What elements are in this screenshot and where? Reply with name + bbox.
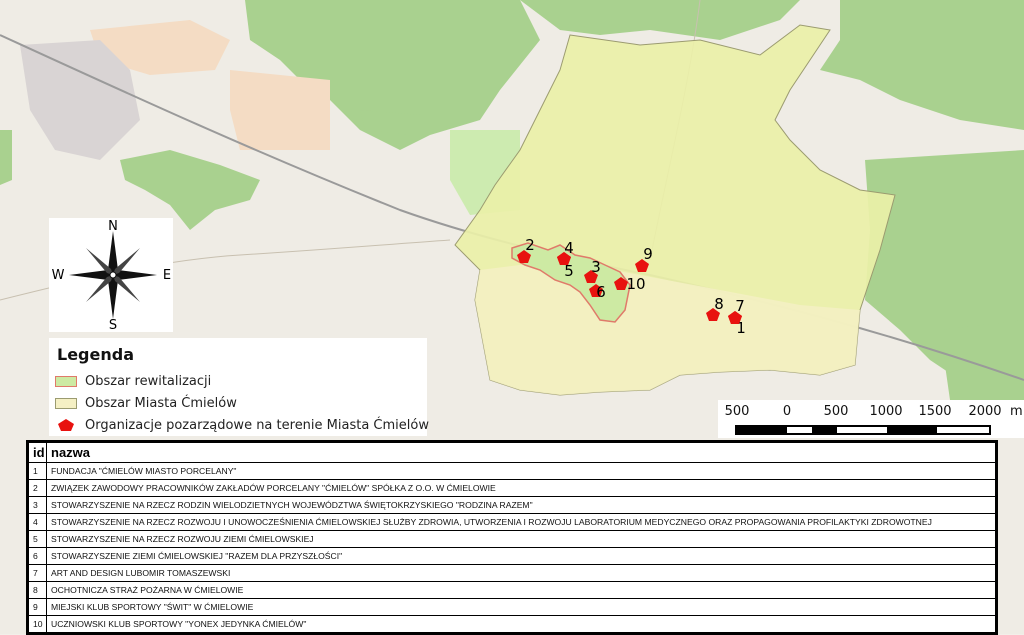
- cell-name: UCZNIOWSKI KLUB SPORTOWY "YONEX JEDYNKA …: [46, 615, 996, 633]
- marker-label: 8: [714, 295, 724, 313]
- cell-id: 8: [28, 581, 47, 599]
- table-row: 5 STOWARZYSZENIE NA RZECZ ROZWOJU ZIEMI Ć…: [28, 530, 996, 548]
- legend-item-city: Obszar Miasta Ćmielów: [55, 394, 237, 412]
- table-row: 7 ART AND DESIGN LUBOMIR TOMASZEWSKI: [28, 564, 996, 582]
- marker-label: 7: [735, 297, 745, 315]
- cell-id: 3: [28, 496, 47, 514]
- legend-title: Legenda: [57, 345, 134, 364]
- cell-name: STOWARZYSZENIE NA RZECZ ROZWOJU ZIEMI ĆM…: [46, 530, 996, 548]
- header-name: nazwa: [46, 442, 996, 463]
- organizations-table: id nazwa 1 FUNDACJA "ĆMIELÓW MIASTO PORCE…: [26, 440, 998, 635]
- marker-label: 6: [596, 283, 606, 301]
- marker-label: 3: [591, 258, 601, 276]
- table-row: 9 MIEJSKI KLUB SPORTOWY "ŚWIT" W ĆMIELOWI…: [28, 598, 996, 616]
- red-pentagon-icon: [58, 419, 74, 431]
- scale-label: 500: [823, 404, 849, 419]
- cell-id: 7: [28, 564, 47, 582]
- scale-segment: [887, 427, 937, 433]
- scale-label: 0: [782, 404, 792, 419]
- legend-item-label: Obszar rewitalizacji: [85, 373, 212, 389]
- scale-label: 1500: [918, 404, 952, 419]
- marker-label: 9: [643, 245, 653, 263]
- legend-panel: Legenda Obszar rewitalizacji Obszar Mias…: [49, 338, 429, 436]
- compass-n-label: N: [108, 219, 118, 234]
- cell-name: OCHOTNICZA STRAŻ POŻARNA W ĆMIELOWIE: [46, 581, 996, 599]
- legend-item-label: Obszar Miasta Ćmielów: [85, 395, 237, 411]
- legend-item-organizations: Organizacje pozarządowe na terenie Miast…: [55, 416, 429, 434]
- cell-name: MIEJSKI KLUB SPORTOWY "ŚWIT" W ĆMIELOWIE: [46, 598, 996, 616]
- scale-label: 1000: [869, 404, 903, 419]
- table-row: 3 STOWARZYSZENIE NA RZECZ RODZIN WIELODZI…: [28, 496, 996, 514]
- forest-area: [0, 130, 12, 185]
- scale-segment: [737, 427, 787, 433]
- cell-name: STOWARZYSZENIE ZIEMI ĆMIELOWSKIEJ "RAZEM…: [46, 547, 996, 565]
- cell-id: 6: [28, 547, 47, 565]
- cell-name: ZWIĄZEK ZAWODOWY PRACOWNIKÓW ZAKŁADÓW PO…: [46, 479, 996, 497]
- marker-label: 2: [525, 236, 535, 254]
- table-row: 8 OCHOTNICZA STRAŻ POŻARNA W ĆMIELOWIE: [28, 581, 996, 599]
- compass-w-label: W: [52, 268, 65, 283]
- scale-label: 2000: [968, 404, 1002, 419]
- table-row: 10 UCZNIOWSKI KLUB SPORTOWY "YONEX JEDYNK…: [28, 615, 996, 633]
- marker-label: 5: [564, 262, 574, 280]
- compass-e-label: E: [163, 268, 171, 283]
- marker-label: 10: [626, 275, 645, 293]
- table-header-row: id nazwa: [28, 442, 996, 463]
- cell-name: STOWARZYSZENIE NA RZECZ ROZWOJU I UNOWOC…: [46, 513, 996, 531]
- table-row: 1 FUNDACJA "ĆMIELÓW MIASTO PORCELANY": [28, 462, 996, 480]
- cell-name: STOWARZYSZENIE NA RZECZ RODZIN WIELODZIE…: [46, 496, 996, 514]
- header-id: id: [28, 442, 47, 463]
- cell-id: 4: [28, 513, 47, 531]
- scale-unit: m: [1010, 404, 1023, 419]
- compass-s-label: S: [109, 318, 117, 332]
- cell-name: FUNDACJA "ĆMIELÓW MIASTO PORCELANY": [46, 462, 996, 480]
- cell-id: 1: [28, 462, 47, 480]
- scale-label: 500: [724, 404, 750, 419]
- forest-area: [940, 320, 1024, 400]
- scale-segment: [812, 427, 837, 433]
- cell-name: ART AND DESIGN LUBOMIR TOMASZEWSKI: [46, 564, 996, 582]
- cell-id: 10: [28, 615, 47, 633]
- compass-rose-icon: N S E W: [52, 219, 172, 332]
- table-row: 4 STOWARZYSZENIE NA RZECZ ROZWOJU I UNOWO…: [28, 513, 996, 531]
- scale-bar-graphic: [735, 425, 991, 435]
- table-row: 2 ZWIĄZEK ZAWODOWY PRACOWNIKÓW ZAKŁADÓW P…: [28, 479, 996, 497]
- scale-segment: [787, 427, 812, 433]
- legend-item-label: Organizacje pozarządowe na terenie Miast…: [85, 417, 429, 433]
- revitalization-swatch: [55, 375, 77, 387]
- table-row: 6 STOWARZYSZENIE ZIEMI ĆMIELOWSKIEJ "RAZE…: [28, 547, 996, 565]
- cell-id: 9: [28, 598, 47, 616]
- city-swatch: [55, 397, 77, 409]
- farmland-area: [230, 70, 330, 150]
- cell-id: 2: [28, 479, 47, 497]
- cell-id: 5: [28, 530, 47, 548]
- legend-item-revitalization: Obszar rewitalizacji: [55, 372, 211, 390]
- scale-bar: 500 0 500 1000 1500 2000 m: [718, 400, 1024, 438]
- compass-rose: N S E W: [49, 218, 173, 332]
